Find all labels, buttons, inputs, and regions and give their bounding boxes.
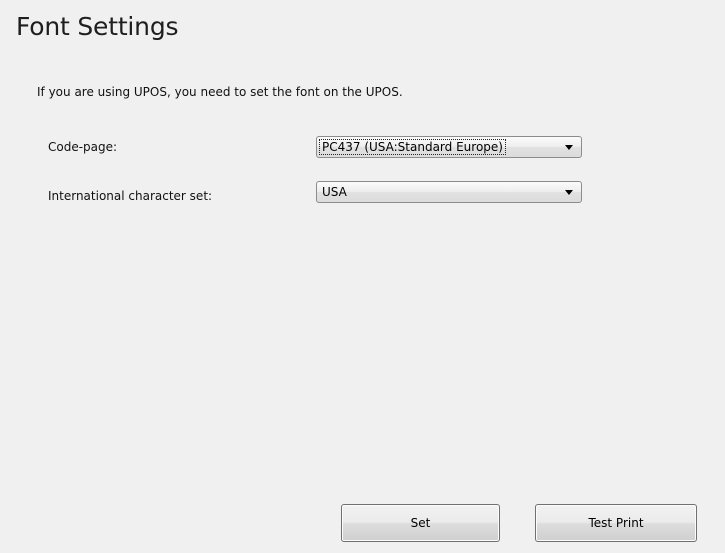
- set-button[interactable]: Set: [341, 504, 500, 542]
- test-print-button[interactable]: Test Print: [535, 504, 697, 542]
- page-title: Font Settings: [16, 12, 179, 41]
- code-page-select[interactable]: PC437 (USA:Standard Europe): [316, 136, 582, 158]
- code-page-selected-value: PC437 (USA:Standard Europe): [319, 139, 506, 155]
- instruction-text: If you are using UPOS, you need to set t…: [37, 85, 403, 99]
- font-settings-panel: Font Settings If you are using UPOS, you…: [0, 0, 725, 553]
- chevron-down-icon[interactable]: [563, 141, 575, 153]
- international-character-set-select[interactable]: USA: [316, 181, 582, 203]
- code-page-label: Code-page:: [48, 140, 118, 154]
- international-character-set-label: International character set:: [48, 189, 213, 203]
- chevron-down-icon[interactable]: [563, 186, 575, 198]
- international-character-set-selected-value: USA: [322, 185, 347, 199]
